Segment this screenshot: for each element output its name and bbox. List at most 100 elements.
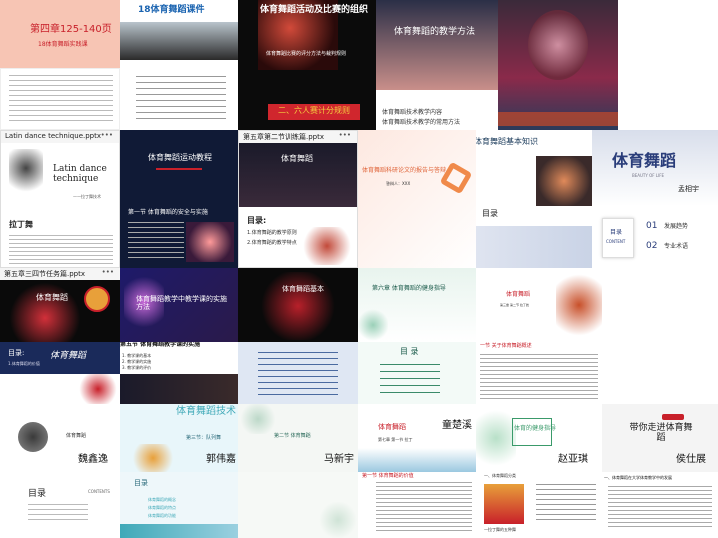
slide-thumb-tasks[interactable]: 第五章三四节任务篇.pptx ••• 体育舞蹈: [0, 268, 120, 342]
slide-thumb-value-section[interactable]: 第一节 体育舞蹈的价值: [358, 472, 476, 538]
section-heading: 第一节 体育舞蹈的安全与实施: [128, 209, 208, 216]
menu-item-2: 2. 教学课的实施: [122, 359, 152, 364]
watercolor-bg: [476, 226, 592, 268]
leaf-decor: [476, 404, 516, 472]
slide-thumb-research-paper[interactable]: 体育舞蹈科研论文的报告与答辩 答辩人：XXX: [358, 130, 476, 268]
menu-item-2: 2.体育舞蹈的教学特点: [247, 240, 297, 246]
dancer-photo: [18, 422, 48, 452]
slide-thumb-fitness-guide[interactable]: 第六章 体育舞蹈的健身指导: [358, 268, 476, 342]
content-label: 目录: [610, 229, 623, 236]
slide-title: 体育舞蹈: [50, 351, 87, 361]
slide-thumb-ch4[interactable]: 第四章125-140页 18体育舞蹈实践课: [0, 0, 120, 68]
slide-title: 体育舞蹈教学中教学课的实施方法: [136, 295, 232, 311]
slide-subtitle: 第三章 第二节 拉丁舞: [500, 303, 529, 307]
leaf-decor: [358, 308, 388, 342]
item-label: 专业术语: [664, 243, 689, 250]
more-icon[interactable]: •••: [102, 268, 114, 276]
slide-thumb-18-courseware[interactable]: 18体育舞蹈课件: [120, 0, 238, 68]
more-icon[interactable]: •••: [339, 131, 351, 139]
more-icon[interactable]: •••: [101, 131, 113, 139]
slide-thumb-toc-green[interactable]: 目 录: [358, 342, 476, 404]
text-lines: [136, 76, 226, 124]
dancer-photo: [10, 282, 80, 342]
file-name: 第五章第二节训练篇.pptx: [243, 133, 324, 141]
slide-title: 第五节 体育舞蹈教学课的实施: [120, 342, 201, 348]
slide-thumb-wei[interactable]: 体育舞蹈 魏鑫逸: [0, 404, 120, 472]
text-lines: [258, 352, 338, 396]
slide-thumb-blank-green[interactable]: [238, 472, 358, 538]
slide-thumb-value[interactable]: 目录: 体育舞蹈 1.体育舞蹈的价值: [0, 342, 120, 404]
dancer-photo: [556, 268, 602, 342]
logo-icon: [84, 286, 110, 312]
author-name: 侯仕展: [676, 454, 706, 465]
dancer-photo: [120, 374, 238, 404]
slide-thumb-implementation[interactable]: 体育舞蹈教学中教学课的实施方法: [120, 268, 238, 342]
title-text: 体育舞蹈教学中教学课的实施方法: [136, 295, 227, 311]
file-tab[interactable]: Latin dance technique.pptx •••: [1, 131, 119, 143]
stage-photo: [239, 143, 357, 207]
slide-thumb-text-doc-2[interactable]: [120, 68, 238, 130]
text-lines: [9, 75, 113, 125]
slide-title: 体育舞蹈基本: [282, 285, 324, 293]
stage-photo: [120, 22, 238, 60]
slide-thumb-text-doc[interactable]: [0, 68, 120, 130]
slide-title: 体育舞蹈运动教程: [148, 153, 212, 162]
slide-thumb-development[interactable]: 一、体育舞蹈在大学体育教学中的发展: [602, 472, 718, 538]
text-lines: [9, 235, 113, 265]
slide-heading: 二、六人赛计分规则: [278, 106, 350, 115]
slide-subtitle: BEAUTY OF LIFE: [632, 173, 665, 178]
orange-bar: [498, 112, 618, 126]
slide-thumb-fifth-section[interactable]: 第五节 体育舞蹈教学课的实施 1. 教学课的基本 2. 教学课的实施 3. 教学…: [120, 342, 238, 404]
menu-heading: 目 录: [400, 347, 419, 356]
slide-thumb-ma[interactable]: 第二节 体育舞蹈 马新宇: [238, 404, 358, 472]
file-tab[interactable]: 第五章第二节训练篇.pptx •••: [239, 131, 357, 143]
menu-item-3: 3. 教学课的评价: [122, 365, 152, 370]
slide-title: 体育舞蹈技术: [176, 406, 236, 417]
bullet-1: 体育舞蹈技术教学内容: [382, 109, 443, 116]
slide-thumb-life-beauty[interactable]: 体育舞蹈 BEAUTY OF LIFE 孟相宇 目录 CONTENT 01 发展…: [592, 130, 718, 268]
slide-thumb-teaching-method[interactable]: 体育舞蹈的教学方法 体育舞蹈技术教学内容 体育舞蹈技术教学的常用方法: [376, 0, 498, 130]
slide-title: Latin dance technique: [53, 164, 115, 185]
text-lines: [376, 482, 472, 532]
tag-badge: [662, 414, 684, 420]
slide-thumb-overview[interactable]: 一节 关于体育舞蹈概述: [476, 342, 602, 404]
slide-thumb-basics[interactable]: 体育舞蹈基本知识 目录: [476, 130, 592, 268]
slide-thumb-course-book[interactable]: 体育舞蹈运动教程 第一节 体育舞蹈的安全与实施: [120, 130, 238, 268]
slide-thumb-latin-dance[interactable]: 体育舞蹈 第三章 第二节 拉丁舞: [476, 268, 602, 342]
slide-thumb-tong[interactable]: 体育舞蹈 童楚溪 第七章 第一节 拉丁: [358, 404, 476, 472]
author-name: 孟相宇: [678, 185, 699, 193]
dancer-photo: [258, 272, 338, 340]
menu-heading-en: CONTENTS: [88, 489, 110, 494]
slide-thumb-training[interactable]: 第五章第二节训练篇.pptx ••• 体育舞蹈 目录: 1.体育舞蹈的教学原则 2…: [238, 130, 358, 268]
slide-thumb-guo[interactable]: 体育舞蹈技术 第三节：队列舞 郭伟嘉: [120, 404, 238, 472]
slide-subtitle: ——拉丁舞技术: [73, 194, 101, 199]
file-tab[interactable]: 第五章三四节任务篇.pptx •••: [0, 268, 120, 280]
menu-item-1: 1.体育舞蹈的价值: [8, 361, 40, 366]
slide-title: 体育的健身指导: [514, 425, 557, 432]
slide-thumb-classification[interactable]: 一、体育舞蹈分类 一拉丁舞的五种舞: [476, 472, 602, 538]
slide-title: 体育舞蹈: [36, 293, 68, 302]
bird-decor: [128, 444, 178, 472]
slide-thumb-basic-dark[interactable]: 体育舞蹈基本: [238, 268, 358, 342]
text-lines: [608, 486, 712, 530]
slide-title: 体育舞蹈基本知识: [476, 137, 538, 146]
text-lines: [128, 222, 184, 262]
author-name: 魏鑫逸: [78, 454, 108, 465]
section-heading: 拉丁舞: [9, 220, 33, 229]
menu-heading: 目录: [482, 209, 498, 218]
file-name: 第五章三四节任务篇.pptx: [4, 270, 85, 278]
menu-item-1: 1.体育舞蹈的教学原则: [247, 230, 297, 236]
slide-thumb-blue-list[interactable]: [238, 342, 358, 404]
slide-subtitle: 18体育舞蹈实践课: [38, 41, 88, 48]
slide-thumb-hou[interactable]: 带你走进体育舞蹈 侯仕展: [602, 404, 718, 472]
bullet-2: 体育舞蹈技术教学的常用方法: [382, 119, 461, 126]
slide-thumb-competition[interactable]: 体育舞蹈活动及比赛的组织 体育舞蹈比赛的评分方法与裁判规则 二、六人赛计分规则: [238, 0, 376, 130]
slide-title: 体育舞蹈的教学方法: [394, 27, 476, 37]
slide-thumb-toc-blue[interactable]: 目录 体育舞蹈的概念 体育舞蹈的特点 体育舞蹈的功能: [120, 472, 238, 538]
slide-thumb-contents[interactable]: 目录 CONTENTS: [0, 472, 120, 538]
slide-title: 体育舞蹈科研论文的报告与答辩: [362, 167, 447, 174]
slide-thumb-latin-technique[interactable]: Latin dance technique.pptx ••• Latin danc…: [0, 130, 120, 268]
slide-thumb-dancers-dark[interactable]: [498, 0, 618, 130]
pagoda-image: [484, 484, 524, 524]
slide-thumb-zhao[interactable]: 体育的健身指导 赵亚琪: [476, 404, 602, 472]
